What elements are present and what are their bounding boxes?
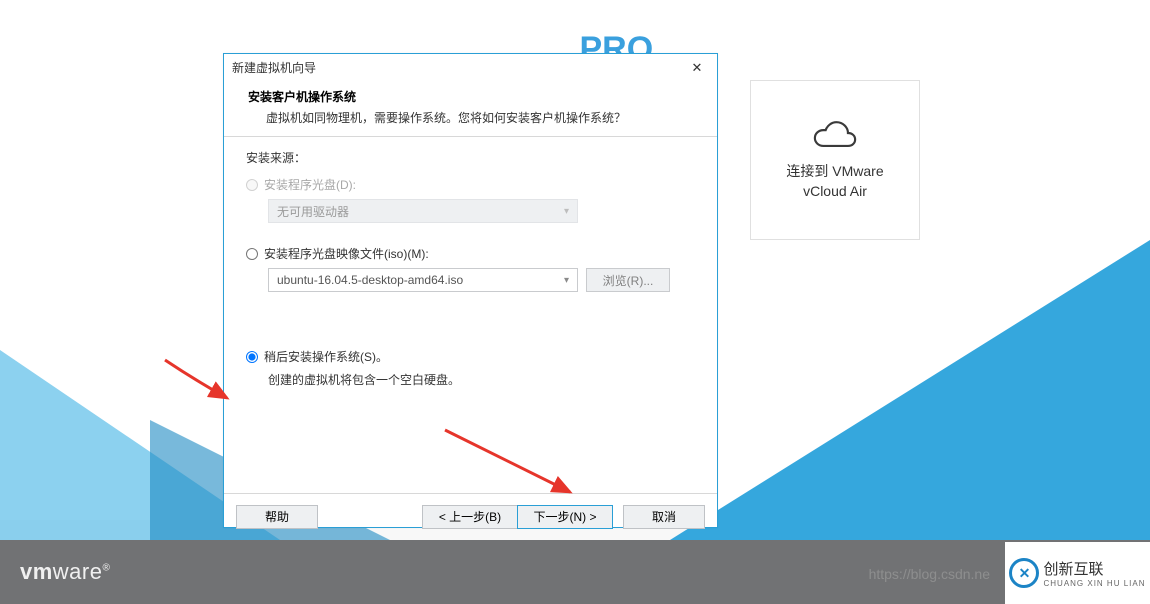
corner-brand-sub: CHUANG XIN HU LIAN	[1043, 579, 1145, 588]
install-later-hint: 创建的虚拟机将包含一个空白硬盘。	[268, 371, 695, 388]
dialog-header: 安装客户机操作系统 虚拟机如同物理机，需要操作系统。您将如何安装客户机操作系统？	[224, 82, 717, 136]
radio-install-later[interactable]: 稍后安装操作系统(S)。	[246, 348, 695, 365]
iso-path-value: ubuntu-16.04.5-desktop-amd64.iso	[277, 273, 463, 287]
chevron-down-icon[interactable]: ▾	[564, 275, 569, 286]
connect-vcloud-tile[interactable]: 连接到 VMware vCloud Air	[750, 80, 920, 240]
dialog-heading: 安装客户机操作系统	[248, 88, 693, 105]
corner-brand-icon: ✕	[1009, 558, 1039, 588]
corner-brand-logo: ✕ 创新互联 CHUANG XIN HU LIAN	[1005, 542, 1150, 604]
drive-select: 无可用驱动器 ▾	[268, 199, 578, 223]
next-button[interactable]: 下一步(N) >	[517, 505, 613, 529]
radio-iso-file-label: 安装程序光盘映像文件(iso)(M):	[264, 245, 429, 262]
iso-path-combo[interactable]: ubuntu-16.04.5-desktop-amd64.iso ▾	[268, 268, 578, 292]
help-button[interactable]: 帮助	[236, 505, 318, 529]
radio-install-later-label: 稍后安装操作系统(S)。	[264, 348, 388, 365]
watermark-text: https://blog.csdn.ne	[869, 566, 990, 582]
radio-install-later-input[interactable]	[246, 351, 258, 363]
decor-triangle	[670, 240, 1150, 540]
back-button[interactable]: < 上一步(B)	[422, 505, 518, 529]
dialog-title: 新建虚拟机向导	[232, 59, 316, 76]
radio-iso-file[interactable]: 安装程序光盘映像文件(iso)(M):	[246, 245, 695, 262]
tile-label: 连接到 VMware vCloud Air	[786, 162, 883, 201]
radio-install-disc: 安装程序光盘(D):	[246, 176, 695, 193]
close-icon[interactable]: ✕	[683, 57, 711, 79]
cancel-button[interactable]: 取消	[623, 505, 705, 529]
drive-select-placeholder: 无可用驱动器	[277, 203, 349, 220]
dialog-titlebar: 新建虚拟机向导 ✕	[224, 54, 717, 82]
dialog-subheading: 虚拟机如同物理机，需要操作系统。您将如何安装客户机操作系统？	[248, 109, 693, 126]
radio-install-disc-label: 安装程序光盘(D):	[264, 176, 356, 193]
dialog-footer: 帮助 < 上一步(B) 下一步(N) > 取消	[224, 493, 717, 539]
chevron-down-icon: ▾	[564, 206, 569, 217]
cloud-icon	[812, 118, 858, 148]
dialog-body: 安装来源： 安装程序光盘(D): 无可用驱动器 ▾ 安装程序光盘映像文件(iso…	[224, 137, 717, 493]
radio-install-disc-input	[246, 179, 258, 191]
vmware-logo: vmware®	[20, 559, 110, 585]
browse-button[interactable]: 浏览(R)...	[586, 268, 670, 292]
corner-brand-name: 创新互联	[1043, 558, 1145, 579]
new-vm-wizard-dialog: 新建虚拟机向导 ✕ 安装客户机操作系统 虚拟机如同物理机，需要操作系统。您将如何…	[223, 53, 718, 528]
source-label: 安装来源：	[246, 149, 695, 166]
radio-iso-file-input[interactable]	[246, 248, 258, 260]
